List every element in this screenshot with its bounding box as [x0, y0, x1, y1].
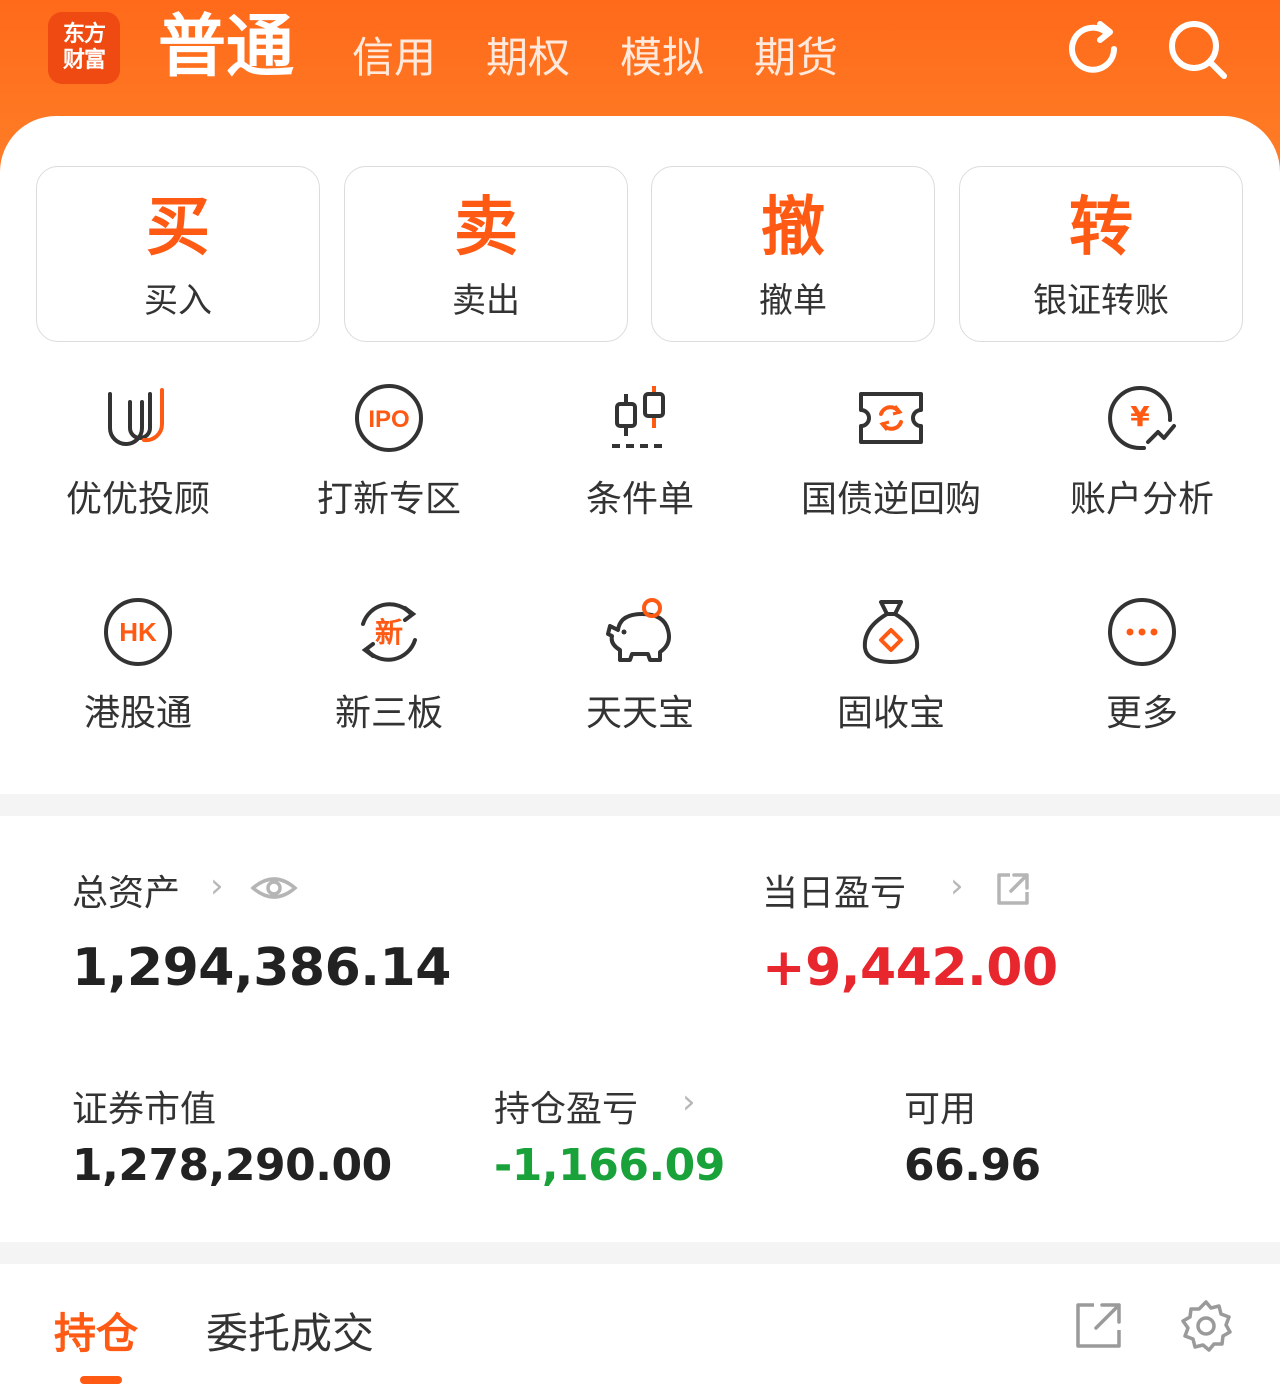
hk-icon: HK	[104, 598, 172, 666]
transfer-label: 银证转账	[1033, 281, 1169, 321]
ipo-icon-text: IPO	[368, 406, 409, 433]
cancel-label: 撤单	[759, 281, 827, 321]
position-pl-chevron-icon[interactable]: ›	[682, 1082, 696, 1122]
uu-advisor-icon	[108, 388, 165, 446]
new-icon-text: 新	[375, 616, 403, 649]
total-assets-label[interactable]: 总资产	[72, 864, 180, 916]
securities-value-label: 证券市值	[72, 1089, 217, 1130]
hk-icon-text: HK	[119, 617, 157, 647]
ipo-icon: IPO	[355, 384, 423, 452]
eye-icon[interactable]	[250, 868, 298, 908]
ticket-refresh-icon	[859, 392, 923, 444]
sell-button[interactable]: 卖 卖出	[344, 166, 628, 342]
tab-normal[interactable]: 普通	[158, 6, 294, 90]
grid-item-gushoubao[interactable]: 固收宝	[763, 594, 1019, 736]
grid-item-more[interactable]: 更多	[1014, 594, 1270, 736]
money-bag-icon	[862, 600, 920, 664]
tab-holdings[interactable]: 持仓	[54, 1300, 138, 1361]
section-divider	[0, 1242, 1280, 1264]
uu-advisor-label: 优优投顾	[65, 479, 210, 520]
refresh-icon[interactable]	[1060, 16, 1126, 82]
gushoubao-label: 固收宝	[836, 693, 945, 734]
daily-pl-value: +9,442.00	[762, 938, 1058, 998]
settings-gear-icon[interactable]	[1178, 1298, 1234, 1354]
yen-chat-icon: ¥	[1108, 386, 1176, 450]
tab-futures[interactable]: 期货	[754, 30, 838, 86]
tiantianbao-label: 天天宝	[585, 693, 694, 734]
daily-pl-label[interactable]: 当日盈亏	[762, 864, 906, 916]
active-tab-indicator	[80, 1376, 122, 1384]
export-icon[interactable]	[1074, 1300, 1124, 1350]
buy-button[interactable]: 买 买入	[36, 166, 320, 342]
grid-item-ipo[interactable]: IPO 打新专区	[261, 380, 517, 522]
more-label: 更多	[1105, 693, 1178, 734]
new-board-icon: 新	[361, 602, 417, 662]
bank-transfer-button[interactable]: 转 银证转账	[959, 166, 1243, 342]
grid-item-conditional-order[interactable]: 条件单	[512, 380, 768, 522]
reverse-repo-label: 国债逆回购	[800, 479, 981, 520]
app-logo[interactable]: 东方 财富	[48, 12, 120, 84]
conditional-order-label: 条件单	[585, 479, 694, 520]
buy-label: 买入	[144, 281, 212, 321]
logo-text-line2: 财富	[62, 48, 106, 73]
trading-card: 买 买入 卖 卖出 撤 撤单 转 银证转账 优优投顾 IPO 打新专区 条件单 …	[0, 116, 1280, 1385]
hk-connect-label: 港股通	[83, 693, 192, 734]
piggy-bank-icon	[606, 598, 671, 662]
grid-item-account-analysis[interactable]: ¥ 账户分析	[1014, 380, 1270, 522]
grid-item-new-third-board[interactable]: 新 新三板	[261, 594, 517, 736]
tab-options[interactable]: 期权	[486, 30, 570, 86]
total-assets-chevron-icon[interactable]: ›	[210, 866, 224, 906]
candlestick-icon	[612, 386, 668, 448]
available-label: 可用	[904, 1089, 977, 1130]
grid-item-reverse-repo[interactable]: 国债逆回购	[763, 380, 1019, 522]
total-assets-value: 1,294,386.14	[72, 938, 451, 998]
tab-orders-trades[interactable]: 委托成交	[206, 1300, 374, 1361]
ipo-label: 打新专区	[316, 479, 461, 520]
grid-item-uu-advisor[interactable]: 优优投顾	[10, 380, 266, 522]
sell-label: 卖出	[452, 281, 520, 321]
cancel-order-button[interactable]: 撤 撤单	[651, 166, 935, 342]
cancel-char: 撤	[761, 191, 825, 265]
search-icon[interactable]	[1164, 16, 1230, 82]
tab-credit[interactable]: 信用	[352, 30, 436, 86]
account-type-tabs: 信用 期权 模拟 期货	[352, 30, 888, 86]
more-icon	[1108, 598, 1176, 666]
sell-char: 卖	[454, 191, 518, 265]
available-value: 66.96	[904, 1140, 1041, 1191]
new-third-board-label: 新三板	[334, 693, 443, 734]
buy-char: 买	[146, 191, 210, 265]
share-icon[interactable]	[994, 870, 1032, 908]
position-pl-value: -1,166.09	[494, 1140, 725, 1191]
tab-simulation[interactable]: 模拟	[620, 30, 704, 86]
section-divider	[0, 794, 1280, 816]
grid-item-hk-connect[interactable]: HK 港股通	[10, 594, 266, 736]
transfer-char: 转	[1069, 191, 1133, 265]
daily-pl-chevron-icon[interactable]: ›	[950, 866, 964, 906]
yen-icon-text: ¥	[1130, 400, 1150, 433]
logo-text-line1: 东方	[62, 22, 106, 47]
securities-value: 1,278,290.00	[72, 1140, 392, 1191]
account-analysis-label: 账户分析	[1069, 479, 1214, 520]
grid-item-tiantianbao[interactable]: 天天宝	[512, 594, 768, 736]
position-pl-label[interactable]: 持仓盈亏	[494, 1080, 638, 1132]
